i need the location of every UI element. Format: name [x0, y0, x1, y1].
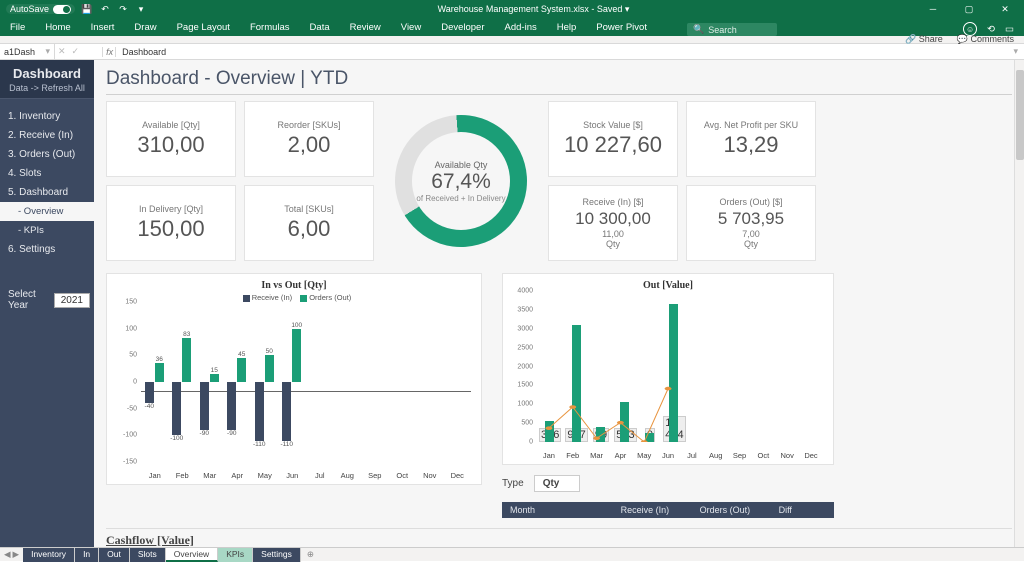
page-title: Dashboard - Overview | YTD [106, 68, 1012, 95]
year-selector[interactable]: 2021 [54, 293, 90, 308]
ribbon-tab-developer[interactable]: Developer [431, 20, 494, 36]
kpi-donut: Available Qty 67,4% of Received + In Del… [382, 101, 540, 261]
enter-icon[interactable]: ✓ [69, 46, 83, 57]
chart-in-vs-out: In vs Out [Qty] Receive (In) Orders (Out… [106, 273, 482, 485]
vertical-scrollbar[interactable] [1014, 60, 1024, 547]
ribbon-tab-draw[interactable]: Draw [124, 20, 166, 36]
window-title: Warehouse Management System.xlsx - Saved… [147, 4, 920, 15]
title-bar: AutoSave 💾 ↶ ↷ ▾ Warehouse Management Sy… [0, 0, 1024, 18]
nav-overview[interactable]: - Overview [0, 202, 94, 221]
ribbon-tab-review[interactable]: Review [340, 20, 391, 36]
name-box[interactable]: a1Dash▾ [0, 44, 55, 59]
kpi-available: Available [Qty] 310,00 [106, 101, 236, 177]
nav-inventory[interactable]: 1. Inventory [0, 107, 94, 126]
nav-dashboard[interactable]: 5. Dashboard [0, 183, 94, 202]
sheet-tab-kpis[interactable]: KPIs [218, 548, 253, 562]
sheet-tab-in[interactable]: In [75, 548, 99, 562]
ribbon-tab-file[interactable]: File [0, 20, 35, 36]
type-selector[interactable]: Qty [534, 475, 581, 492]
summary-table-header: Month Receive (In) Orders (Out) Diff [502, 502, 834, 518]
chart-out-value: Out [Value] 0500100015002000250030003500… [502, 273, 834, 465]
fx-icon[interactable]: fx [102, 47, 116, 57]
formula-bar: a1Dash▾ ✕ ✓ fx Dashboard ▾ [0, 44, 1024, 60]
ribbon-tab-data[interactable]: Data [300, 20, 340, 36]
sidebar-header: Dashboard Data -> Refresh All [0, 60, 94, 99]
nav-sidebar: Dashboard Data -> Refresh All 1. Invento… [0, 60, 94, 547]
maximize-button[interactable]: ▢ [956, 0, 982, 18]
kpi-receive-in: Receive (In) [$] 10 300,00 11,00 Qty [548, 185, 678, 261]
sheet-nav-next[interactable]: ▶ [13, 549, 20, 560]
sheet-tab-inventory[interactable]: Inventory [23, 548, 75, 562]
nav-kpis[interactable]: - KPIs [0, 221, 94, 240]
cashflow-heading: Cashflow [Value] [106, 528, 1012, 547]
kpi-stock-value: Stock Value [$] 10 227,60 [548, 101, 678, 177]
sheet-tab-settings[interactable]: Settings [253, 548, 301, 562]
undo-icon[interactable]: ↶ [99, 3, 111, 15]
sheet-tab-out[interactable]: Out [99, 548, 130, 562]
ribbon-tab-view[interactable]: View [391, 20, 431, 36]
search-box[interactable]: 🔍 Search [687, 23, 777, 36]
ribbon-tab-pagelayout[interactable]: Page Layout [167, 20, 240, 36]
comments-button[interactable]: 💬 Comments [957, 34, 1014, 45]
save-icon[interactable]: 💾 [81, 3, 93, 15]
qat-dropdown-icon[interactable]: ▾ [135, 3, 147, 15]
ribbon-tab-powerpivot[interactable]: Power Pivot [586, 20, 657, 36]
kpi-total-skus: Total [SKUs] 6,00 [244, 185, 374, 261]
sync-icon[interactable]: ⟲ [987, 24, 995, 35]
sheet-tab-bar: ◀ ▶ InventoryInOutSlotsOverviewKPIsSetti… [0, 547, 1024, 561]
sheet-tab-slots[interactable]: Slots [130, 548, 166, 562]
dashboard-canvas: Dashboard - Overview | YTD Available [Qt… [94, 60, 1024, 547]
ribbon-tab-home[interactable]: Home [35, 20, 80, 36]
switch-icon [53, 5, 71, 14]
ribbon-tabs: File Home Insert Draw Page Layout Formul… [0, 18, 1024, 36]
type-label: Type [502, 478, 524, 489]
sheet-nav-prev[interactable]: ◀ [4, 549, 11, 560]
autosave-toggle[interactable]: AutoSave [6, 4, 75, 14]
close-button[interactable]: ✕ [992, 0, 1018, 18]
cancel-icon[interactable]: ✕ [55, 46, 69, 57]
add-sheet-button[interactable]: ⊕ [301, 549, 320, 560]
nav-receive[interactable]: 2. Receive (In) [0, 126, 94, 145]
ribbon-tab-formulas[interactable]: Formulas [240, 20, 300, 36]
ribbon-tab-insert[interactable]: Insert [81, 20, 125, 36]
sheet-tab-overview[interactable]: Overview [166, 548, 218, 562]
nav-orders[interactable]: 3. Orders (Out) [0, 145, 94, 164]
ribbon-mode-icon[interactable]: ▭ [1005, 24, 1014, 35]
formula-expand-icon[interactable]: ▾ [1013, 46, 1024, 57]
redo-icon[interactable]: ↷ [117, 3, 129, 15]
kpi-orders-out: Orders (Out) [$] 5 703,95 7,00 Qty [686, 185, 816, 261]
kpi-net-profit: Avg. Net Profit per SKU 13,29 [686, 101, 816, 177]
formula-input[interactable]: Dashboard [116, 47, 166, 57]
ribbon-tab-addins[interactable]: Add-ins [495, 20, 547, 36]
nav-slots[interactable]: 4. Slots [0, 164, 94, 183]
ribbon-tab-help[interactable]: Help [547, 20, 587, 36]
share-button[interactable]: 🔗 Share [905, 34, 943, 45]
nav-settings[interactable]: 6. Settings [0, 240, 94, 259]
kpi-reorder: Reorder [SKUs] 2,00 [244, 101, 374, 177]
select-year-label: Select Year [8, 289, 50, 311]
kpi-in-delivery: In Delivery [Qty] 150,00 [106, 185, 236, 261]
minimize-button[interactable]: ─ [920, 0, 946, 18]
